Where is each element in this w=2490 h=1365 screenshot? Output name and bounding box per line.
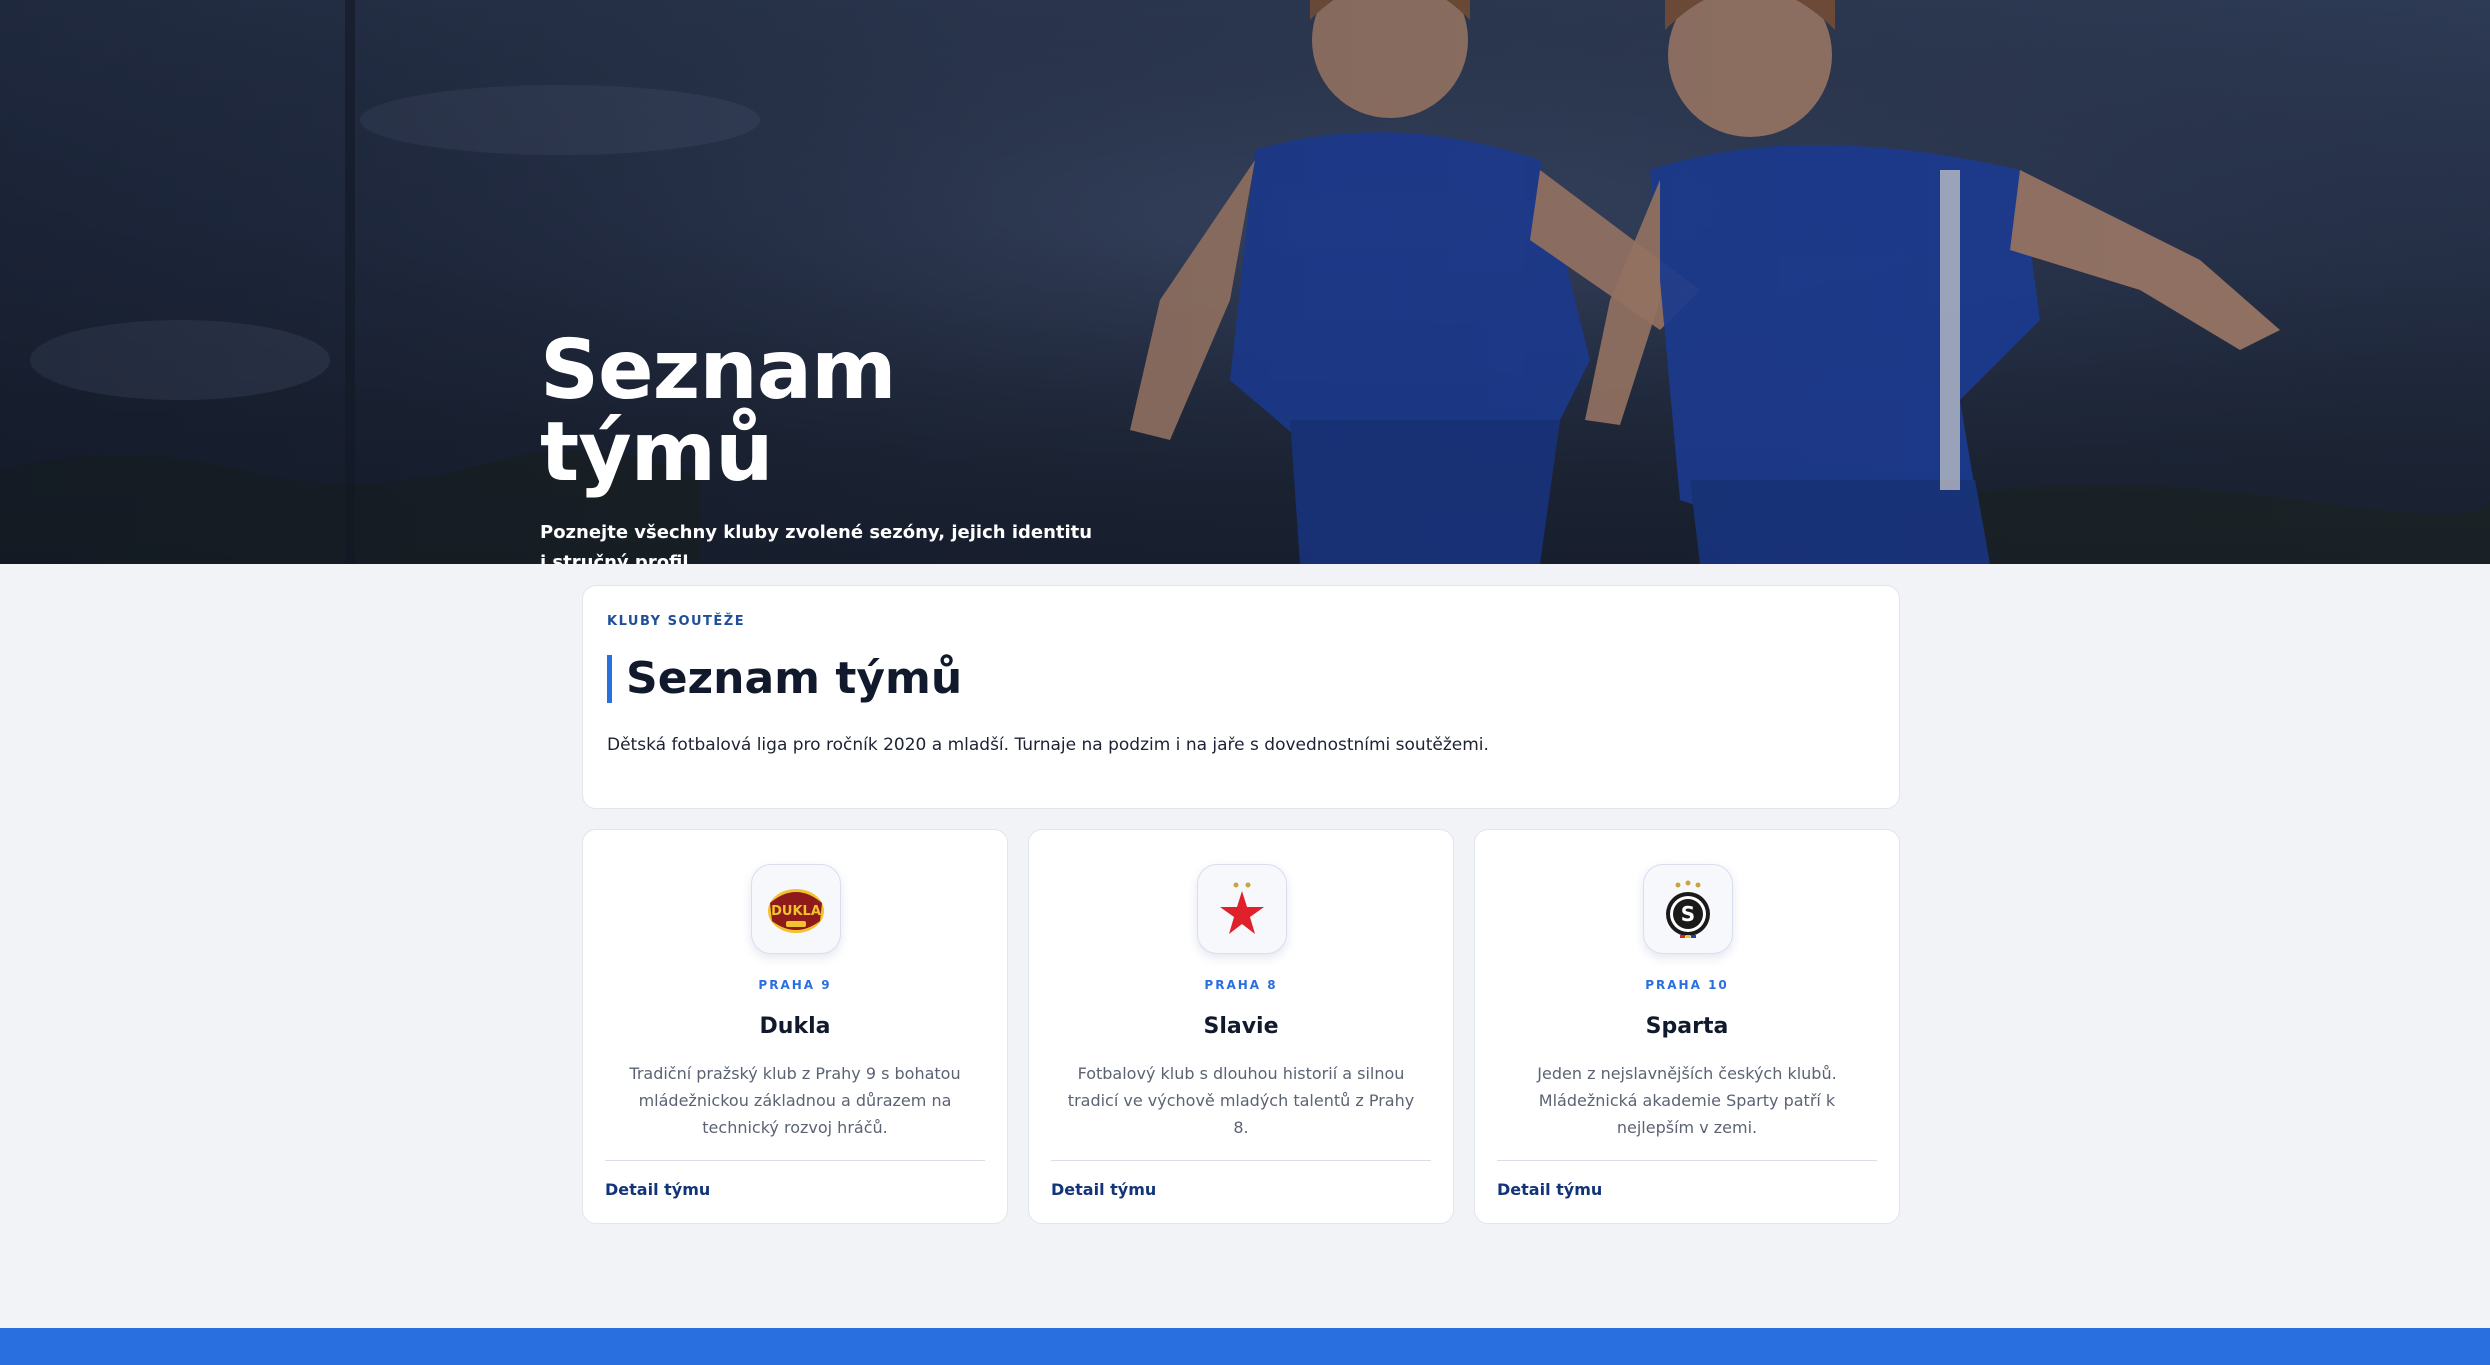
team-name: Slavie (1203, 1014, 1279, 1039)
hero-title: Seznam týmů (540, 323, 897, 500)
dukla-logo-icon: DUKLA (768, 889, 824, 933)
section-eyebrow: KLUBY SOUTĚŽE (607, 614, 746, 629)
section-description: Dětská fotbalová liga pro ročník 2020 a … (607, 735, 1489, 755)
team-name: Sparta (1645, 1014, 1729, 1039)
intro-card: KLUBY SOUTĚŽE Seznam týmů Dětská fotbalo… (582, 585, 1900, 809)
team-description: Fotbalový klub s dlouhou historií a siln… (1067, 1064, 1415, 1137)
sparta-logo-icon: S (1666, 880, 1710, 938)
team-card-slavie: PRAHA 8 Slavie Fotbalový klub s dlouhou … (1028, 829, 1454, 1224)
sparta-logo: S (1643, 864, 1733, 954)
team-card-dukla: DUKLA PRAHA 9 Dukla Tradiční pražský klu… (582, 829, 1008, 1224)
hero-banner: Seznam týmů Poznejte všechny kluby zvole… (0, 0, 2490, 564)
team-card-sparta: S PRAHA 10 Sparta Jeden z nejslavnějších… (1474, 829, 1900, 1224)
team-detail-link[interactable]: Detail týmu (1497, 1180, 1602, 1199)
team-description: Jeden z nejslavnějších českých klubů. Ml… (1537, 1064, 1837, 1137)
footer-bar (0, 1328, 2490, 1365)
dukla-logo-text: DUKLA (771, 904, 821, 919)
dukla-logo: DUKLA (751, 864, 841, 954)
section-title: Seznam týmů (607, 655, 1875, 703)
slavia-logo-icon (1220, 882, 1264, 934)
card-divider (1051, 1160, 1431, 1161)
hero-content: Seznam týmů Poznejte všechny kluby zvole… (540, 323, 1100, 565)
team-district: PRAHA 9 (758, 978, 832, 992)
team-detail-link[interactable]: Detail týmu (605, 1180, 710, 1199)
team-name: Dukla (759, 1014, 831, 1039)
hero-subtitle: Poznejte všechny kluby zvolené sezóny, j… (540, 522, 1093, 564)
team-description: Tradiční pražský klub z Prahy 9 s bohato… (629, 1064, 961, 1137)
slavia-logo (1197, 864, 1287, 954)
sparta-logo-text: S (1681, 902, 1695, 926)
card-divider (1497, 1160, 1877, 1161)
team-district: PRAHA 10 (1645, 978, 1729, 992)
team-detail-link[interactable]: Detail týmu (1051, 1180, 1156, 1199)
hero-overlay (0, 0, 2490, 564)
team-district: PRAHA 8 (1204, 978, 1278, 992)
card-divider (605, 1160, 985, 1161)
